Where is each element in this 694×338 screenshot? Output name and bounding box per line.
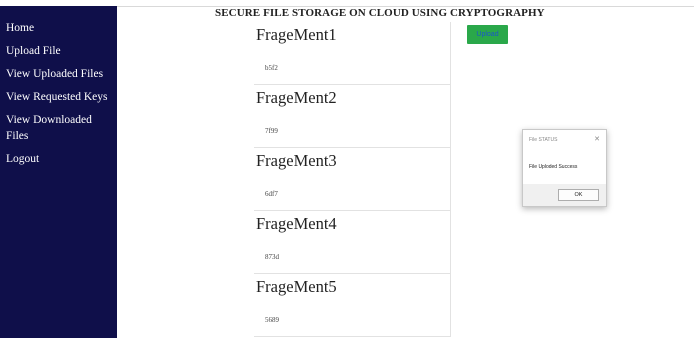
- fragment-list: FrageMent1 b5f2 FrageMent2 7f99 FrageMen…: [254, 22, 451, 337]
- fragment-value: 873d: [265, 253, 279, 261]
- upload-button[interactable]: Upload: [467, 25, 508, 44]
- sidebar-item-home[interactable]: Home: [0, 20, 117, 36]
- fragment-card: FrageMent4 873d: [254, 211, 451, 274]
- sidebar-item-logout[interactable]: Logout: [0, 151, 117, 167]
- fragment-title: FrageMent1: [256, 25, 337, 44]
- fragment-value: 7f99: [265, 127, 278, 135]
- ok-button[interactable]: OK: [558, 189, 599, 201]
- top-bar: [117, 0, 694, 7]
- sidebar: Home Upload File View Uploaded Files Vie…: [0, 6, 117, 338]
- fragment-card: FrageMent2 7f99: [254, 85, 451, 148]
- sidebar-item-view-downloaded-files[interactable]: View Downloaded Files: [0, 112, 117, 144]
- fragment-title: FrageMent3: [256, 151, 337, 170]
- sidebar-item-view-uploaded-files[interactable]: View Uploaded Files: [0, 66, 117, 82]
- fragment-value: b5f2: [265, 64, 278, 72]
- sidebar-item-upload-file[interactable]: Upload File: [0, 43, 117, 59]
- dialog-message: File Uploded Success: [529, 164, 578, 170]
- dialog-title: File STATUS: [529, 137, 558, 143]
- fragment-value: 5689: [265, 316, 279, 324]
- fragment-title: FrageMent2: [256, 88, 337, 107]
- fragment-title: FrageMent5: [256, 277, 337, 296]
- sidebar-menu: Home Upload File View Uploaded Files Vie…: [0, 6, 117, 167]
- fragment-card: FrageMent5 5689: [254, 274, 451, 337]
- close-icon[interactable]: ✕: [594, 135, 600, 143]
- fragment-title: FrageMent4: [256, 214, 337, 233]
- fragment-card: FrageMent3 6df7: [254, 148, 451, 211]
- fragment-card: FrageMent1 b5f2: [254, 22, 451, 85]
- page-title: SECURE FILE STORAGE ON CLOUD USING CRYPT…: [215, 7, 545, 19]
- file-status-dialog: File STATUS ✕ File Uploded Success OK: [522, 129, 607, 207]
- dialog-footer: OK: [523, 184, 606, 206]
- sidebar-item-view-requested-keys[interactable]: View Requested Keys: [0, 89, 117, 105]
- fragment-value: 6df7: [265, 190, 278, 198]
